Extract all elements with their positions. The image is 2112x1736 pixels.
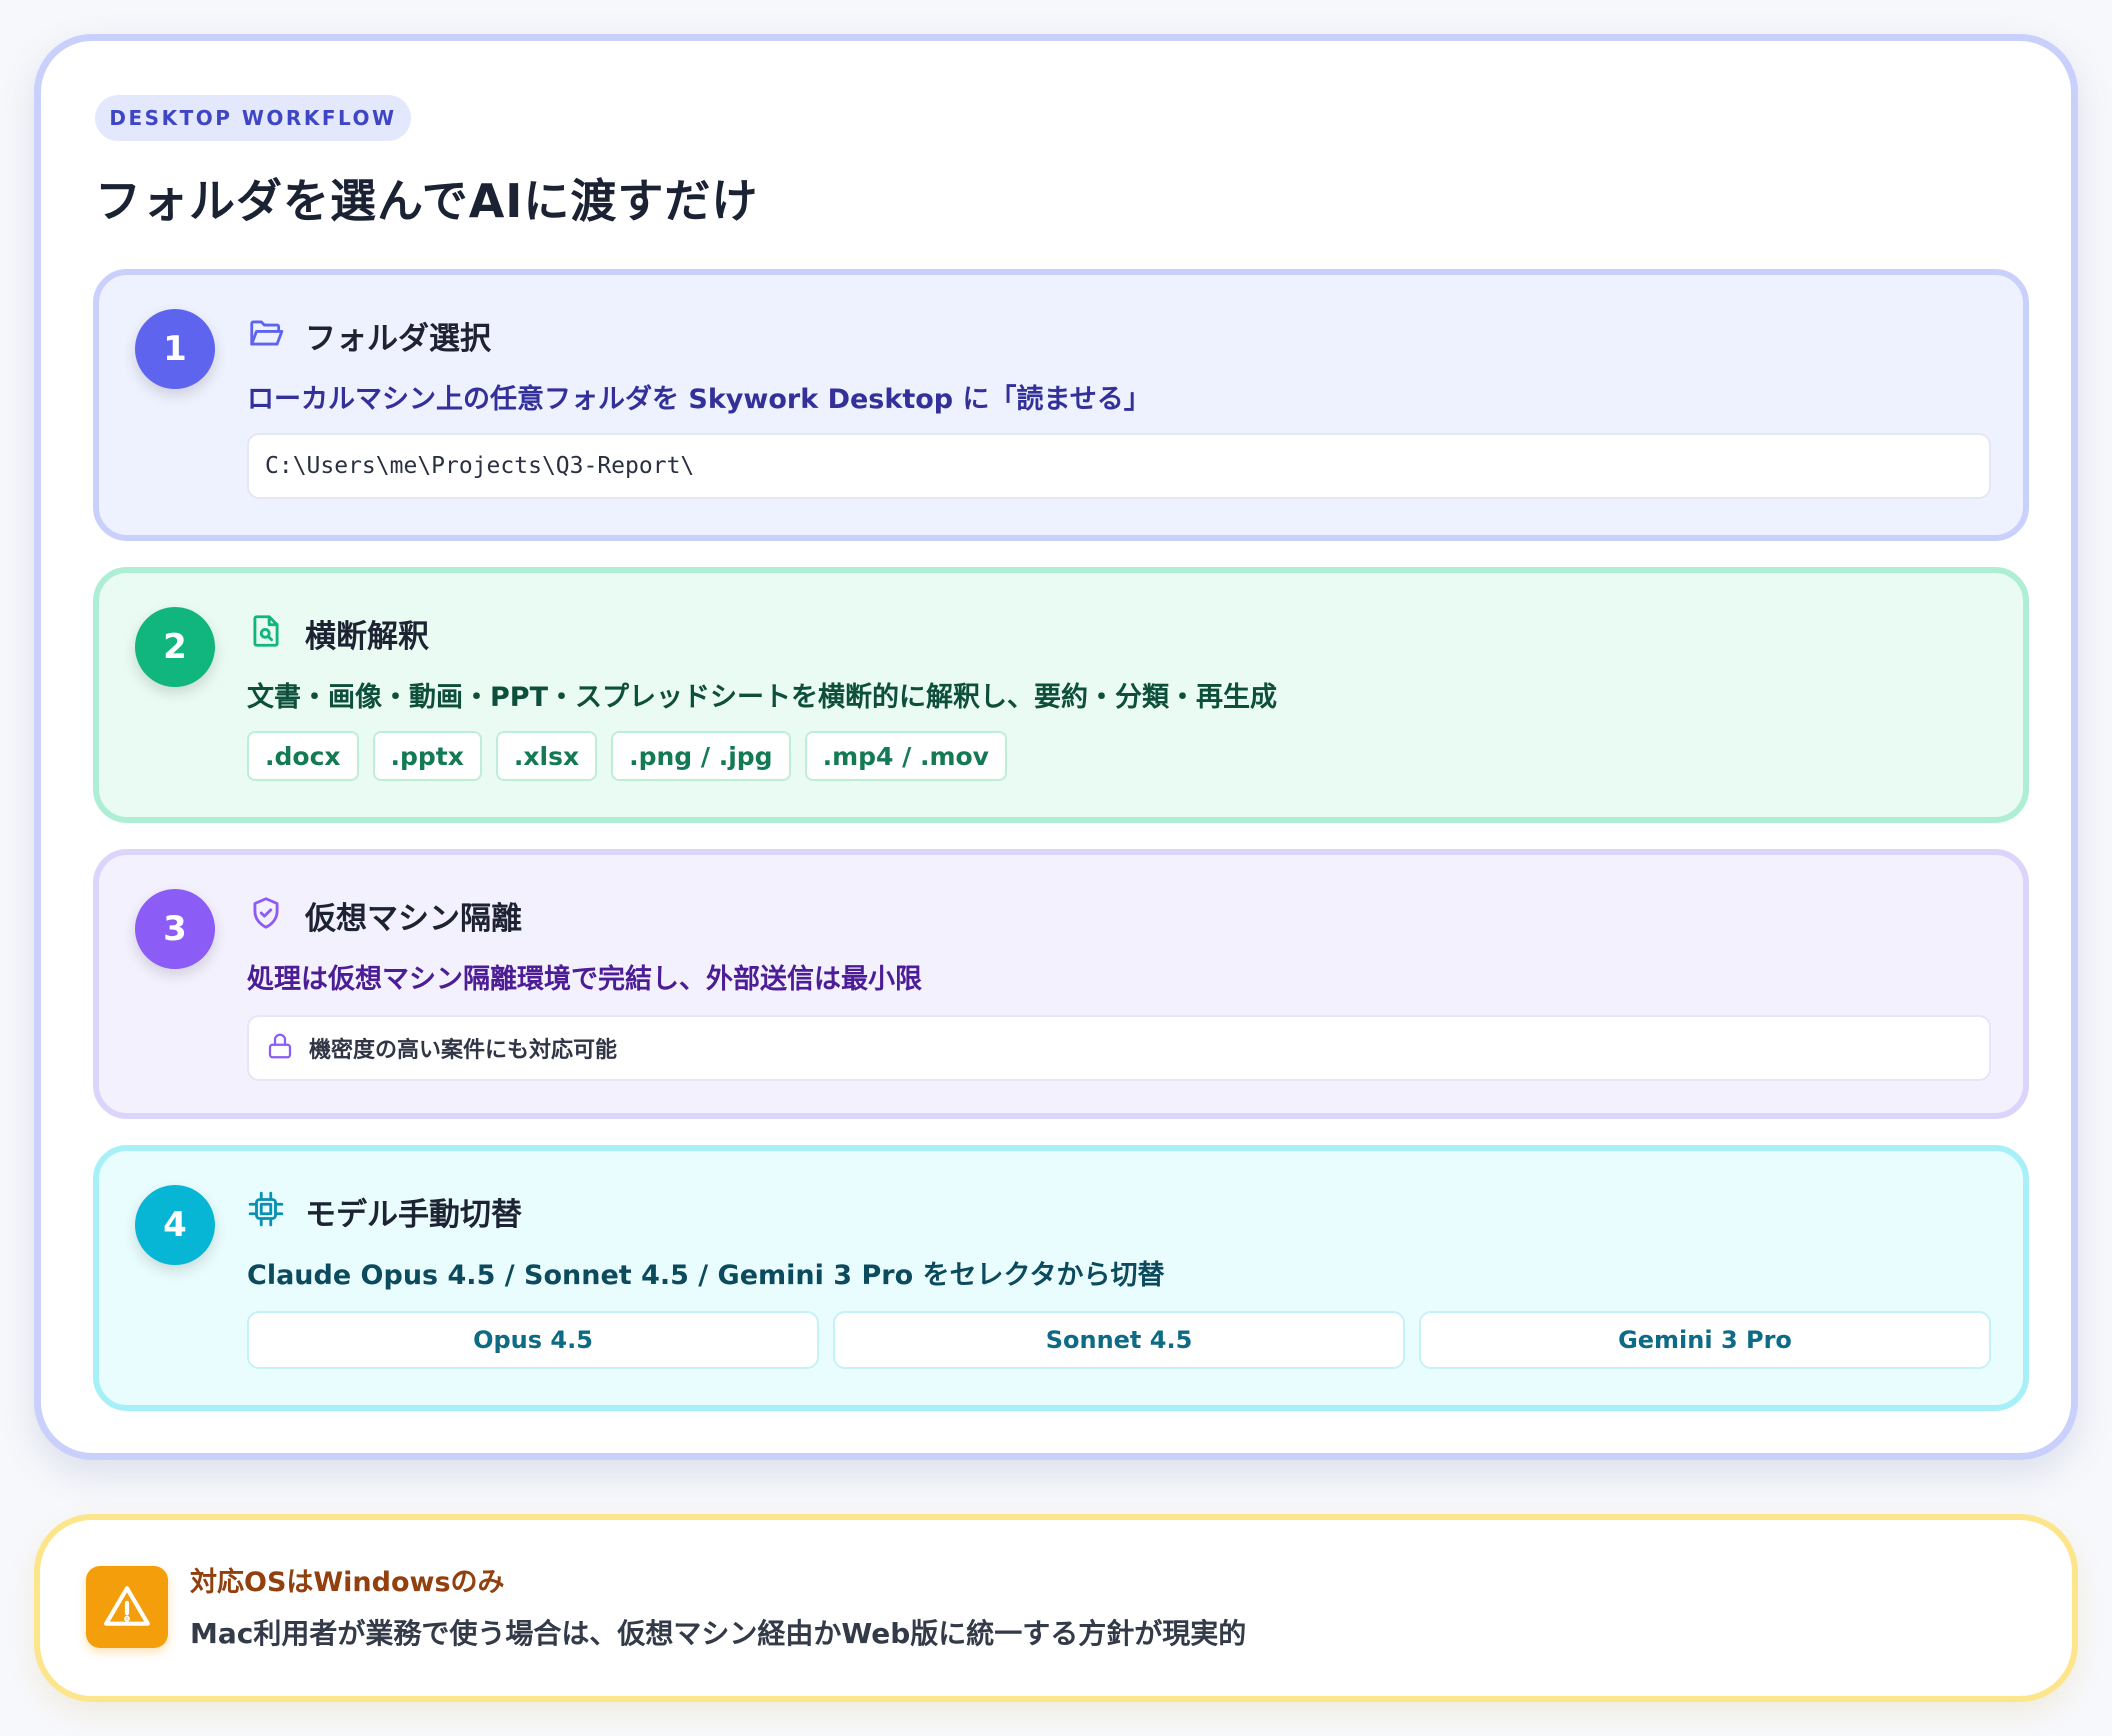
file-type-chip: .xlsx <box>495 731 598 781</box>
warning-triangle-icon <box>86 1566 168 1648</box>
step-number-badge: 1 <box>135 309 215 389</box>
step-title: モデル手動切替 <box>305 1196 522 1233</box>
step-number-badge: 4 <box>135 1185 215 1265</box>
step-description: Claude Opus 4.5 / Sonnet 4.5 / Gemini 3 … <box>247 1260 1165 1291</box>
folder-open-icon <box>247 314 285 356</box>
warning-title: 対応OSはWindowsのみ <box>190 1567 505 1598</box>
model-option-sonnet[interactable]: Sonnet 4.5 <box>833 1311 1405 1369</box>
model-option-opus[interactable]: Opus 4.5 <box>247 1311 819 1369</box>
warning-body: Mac利用者が業務で使う場合は、仮想マシン経由かWeb版に統一する方針が現実的 <box>190 1617 1247 1650</box>
step-number-badge: 3 <box>135 889 215 969</box>
step-description: 処理は仮想マシン隔離環境で完結し、外部送信は最小限 <box>247 964 922 995</box>
page-title: フォルダを選んでAIに渡すだけ <box>95 174 759 228</box>
step-card-vm-isolation: 3 仮想マシン隔離 処理は仮想マシン隔離環境で完結し、外部送信は最小限 機密度の… <box>93 849 2029 1119</box>
file-type-chip: .pptx <box>372 731 482 781</box>
model-option-gemini[interactable]: Gemini 3 Pro <box>1419 1311 1991 1369</box>
step-description: ローカルマシン上の任意フォルダを Skywork Desktop に「読ませる」 <box>247 384 1151 415</box>
step-title: 横断解釈 <box>305 618 429 655</box>
step-header: 横断解釈 <box>247 609 429 657</box>
folder-path-field[interactable]: C:\Users\me\Projects\Q3-Report\ <box>247 433 1991 499</box>
section-badge: DESKTOP WORKFLOW <box>95 95 411 141</box>
step-title: 仮想マシン隔離 <box>305 900 522 937</box>
step-header: フォルダ選択 <box>247 311 491 359</box>
lock-icon <box>265 1031 295 1065</box>
shield-check-icon <box>247 894 285 936</box>
model-selector: Opus 4.5 Sonnet 4.5 Gemini 3 Pro <box>247 1311 1991 1369</box>
file-type-chip: .docx <box>247 731 359 781</box>
step-title: フォルダ選択 <box>305 320 491 357</box>
step-description: 文書・画像・動画・PPT・スプレッドシートを横断的に解釈し、要約・分類・再生成 <box>247 682 1277 713</box>
file-search-icon <box>247 612 285 654</box>
note-text: 機密度の高い案件にも対応可能 <box>309 1038 618 1063</box>
step-card-cross-analysis: 2 横断解釈 文書・画像・動画・PPT・スプレッドシートを横断的に解釈し、要約・… <box>93 567 2029 823</box>
step-header: 仮想マシン隔離 <box>247 891 522 939</box>
step-number-badge: 2 <box>135 607 215 687</box>
step-header: モデル手動切替 <box>247 1187 522 1235</box>
confidentiality-note: 機密度の高い案件にも対応可能 <box>247 1015 1991 1081</box>
step-card-model-switch: 4 モデル手動切替 Claude Opus 4.5 / Sonnet 4.5 /… <box>93 1145 2029 1411</box>
file-type-chips: .docx .pptx .xlsx .png / .jpg .mp4 / .mo… <box>247 731 1007 781</box>
file-type-chip: .png / .jpg <box>611 731 791 781</box>
os-warning-card: 対応OSはWindowsのみ Mac利用者が業務で使う場合は、仮想マシン経由かW… <box>34 1514 2078 1702</box>
cpu-chip-icon <box>247 1190 285 1232</box>
step-card-folder-select: 1 フォルダ選択 ローカルマシン上の任意フォルダを Skywork Deskto… <box>93 269 2029 541</box>
workflow-card: DESKTOP WORKFLOW フォルダを選んでAIに渡すだけ 1 フォルダ選… <box>34 34 2078 1460</box>
file-type-chip: .mp4 / .mov <box>804 731 1007 781</box>
